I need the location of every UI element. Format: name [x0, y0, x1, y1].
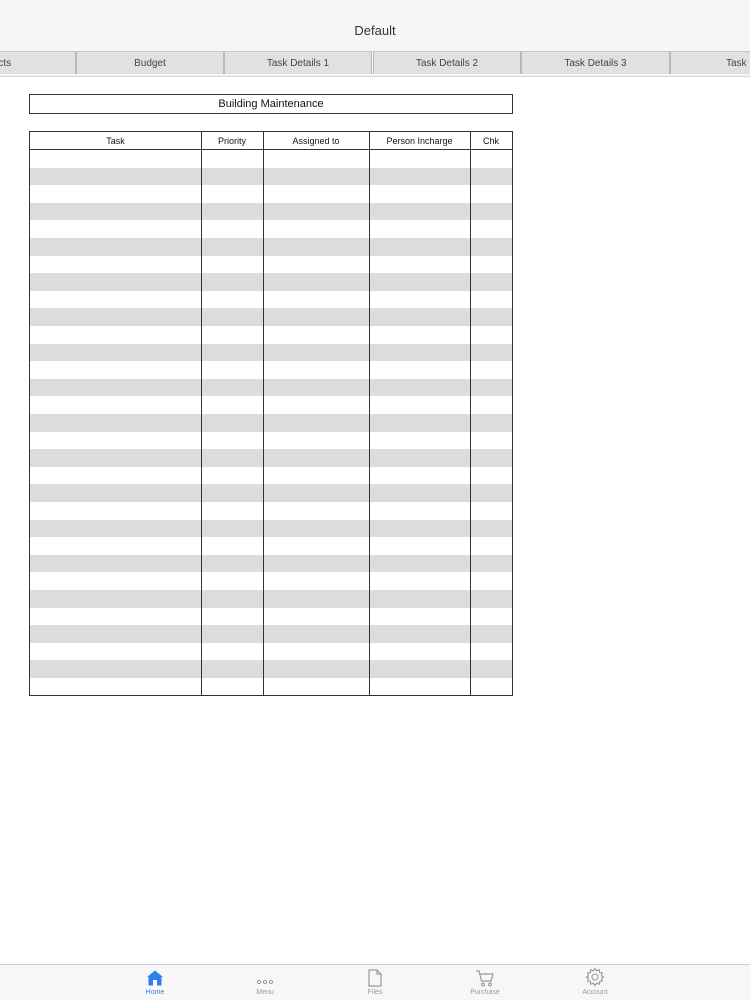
column-header-priority[interactable]: Priority	[201, 132, 263, 150]
table-row[interactable]	[30, 467, 512, 485]
home-icon	[146, 965, 164, 987]
tab-files[interactable]: Files	[335, 965, 415, 1001]
column-header-task[interactable]: Task	[30, 132, 201, 150]
tab-home-label: Home	[145, 989, 165, 996]
tab-task-details-4[interactable]: Task De	[670, 51, 750, 74]
tab-contacts[interactable]: acts	[0, 51, 76, 74]
tab-home[interactable]: Home	[115, 965, 195, 1001]
table-row[interactable]	[30, 537, 512, 555]
table-row[interactable]	[30, 150, 512, 168]
table-row[interactable]	[30, 590, 512, 608]
table-row[interactable]	[30, 273, 512, 291]
table-row[interactable]	[30, 343, 512, 362]
table-row[interactable]	[30, 378, 512, 397]
navigation-bar: Default	[0, 0, 750, 47]
tab-account[interactable]: Account	[555, 965, 635, 1001]
table-row[interactable]	[30, 572, 512, 590]
tab-budget[interactable]: Budget	[76, 51, 224, 74]
tab-menu[interactable]: Menu	[225, 965, 305, 1001]
tab-task-details-2[interactable]: Task Details 2	[373, 51, 521, 74]
table-row[interactable]	[30, 414, 512, 432]
tab-account-label: Account	[582, 989, 608, 996]
tab-files-label: Files	[367, 989, 383, 996]
document-title: Default	[354, 23, 396, 38]
tab-purchase[interactable]: Purchase	[445, 965, 525, 1001]
tab-task-details-3[interactable]: Task Details 3	[521, 51, 670, 74]
table-row[interactable]	[30, 220, 512, 238]
table-row[interactable]	[30, 185, 512, 203]
file-icon	[368, 965, 382, 987]
tab-purchase-label: Purchase	[470, 989, 500, 996]
tab-menu-label: Menu	[256, 989, 274, 996]
bottom-tab-bar: Home Menu Files Purchase Account	[0, 964, 750, 1000]
table-row[interactable]	[30, 660, 512, 678]
table-row[interactable]	[30, 432, 512, 450]
table-row[interactable]	[30, 484, 512, 502]
table-row[interactable]	[30, 608, 512, 626]
table-row[interactable]	[30, 308, 512, 326]
table-body	[30, 150, 512, 695]
more-dots-icon	[256, 965, 274, 987]
table-row[interactable]	[30, 643, 512, 661]
table-row[interactable]	[30, 167, 512, 186]
table-row[interactable]	[30, 625, 512, 643]
table-row[interactable]	[30, 256, 512, 274]
tab-task-details-1[interactable]: Task Details 1	[224, 51, 372, 74]
column-header-assigned-to[interactable]: Assigned to	[263, 132, 369, 150]
column-header-person-incharge[interactable]: Person Incharge	[369, 132, 470, 150]
task-table: Task Priority Assigned to Person Incharg…	[29, 131, 513, 696]
table-row[interactable]	[30, 202, 512, 221]
column-header-chk[interactable]: Chk	[470, 132, 512, 150]
gear-icon	[585, 965, 605, 987]
column-divider	[201, 132, 202, 695]
column-divider	[369, 132, 370, 695]
sheet-title-cell[interactable]: Building Maintenance	[29, 94, 513, 114]
column-divider	[470, 132, 471, 695]
table-row[interactable]	[30, 502, 512, 520]
table-row[interactable]	[30, 554, 512, 573]
table-row[interactable]	[30, 238, 512, 256]
column-divider	[263, 132, 264, 695]
table-header: Task Priority Assigned to Person Incharg…	[30, 132, 512, 150]
table-row[interactable]	[30, 396, 512, 414]
table-row[interactable]	[30, 291, 512, 309]
sheet-tab-strip[interactable]: acts Budget Task Details 1 Task Details …	[0, 47, 750, 77]
table-row[interactable]	[30, 361, 512, 379]
cart-icon	[475, 965, 495, 987]
table-row[interactable]	[30, 449, 512, 467]
table-row[interactable]	[30, 519, 512, 538]
table-row[interactable]	[30, 326, 512, 344]
